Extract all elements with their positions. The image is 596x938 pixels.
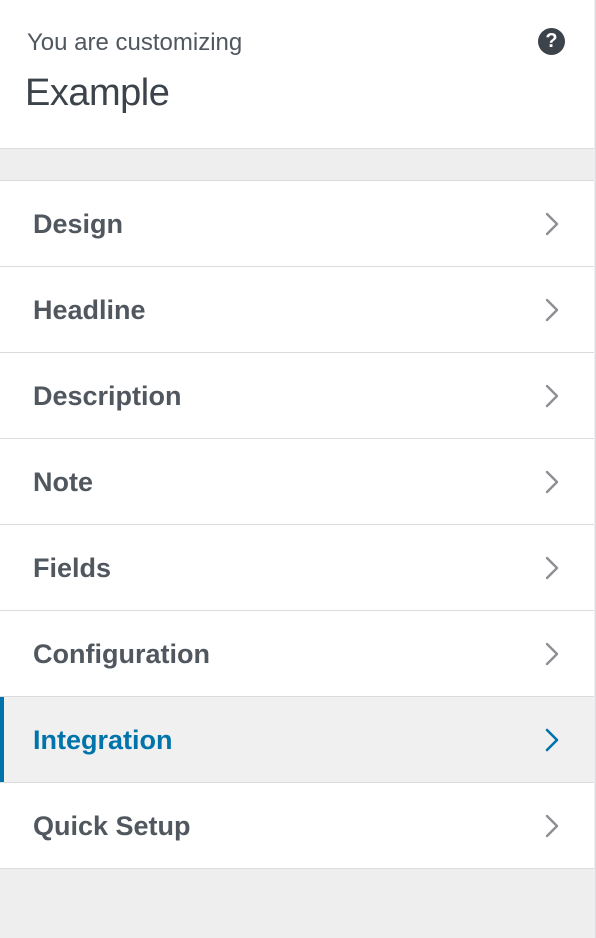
chevron-right-icon (541, 728, 561, 752)
menu-item-label: Integration (33, 725, 173, 755)
menu-item-label: Note (33, 467, 93, 497)
chevron-right-icon (541, 642, 561, 666)
menu-item-description[interactable]: Description (0, 353, 594, 439)
menu-item-integration[interactable]: Integration (0, 697, 594, 783)
customizing-subtitle: You are customizing (27, 29, 243, 56)
menu-item-quick-setup[interactable]: Quick Setup (0, 783, 594, 869)
site-title: Example (25, 72, 170, 114)
chevron-right-icon (541, 212, 561, 236)
section-menu: Design Headline Description Note Fields … (0, 180, 594, 869)
menu-item-label: Design (33, 209, 124, 239)
menu-item-configuration[interactable]: Configuration (0, 611, 594, 697)
chevron-right-icon (541, 298, 561, 322)
customizer-header: You are customizing Example ? (0, 0, 594, 149)
menu-item-label: Headline (33, 295, 146, 325)
menu-item-headline[interactable]: Headline (0, 267, 594, 353)
menu-item-label: Fields (33, 553, 112, 583)
customizer-panel: You are customizing Example ? Design Hea… (0, 0, 596, 938)
help-icon[interactable]: ? (538, 28, 565, 55)
chevron-right-icon (541, 470, 561, 494)
chevron-right-icon (541, 556, 561, 580)
menu-item-label: Configuration (33, 639, 210, 669)
menu-item-design[interactable]: Design (0, 181, 594, 267)
menu-item-note[interactable]: Note (0, 439, 594, 525)
menu-item-label: Description (33, 381, 182, 411)
chevron-right-icon (541, 814, 561, 838)
chevron-right-icon (541, 384, 561, 408)
menu-item-label: Quick Setup (33, 811, 191, 841)
menu-item-fields[interactable]: Fields (0, 525, 594, 611)
